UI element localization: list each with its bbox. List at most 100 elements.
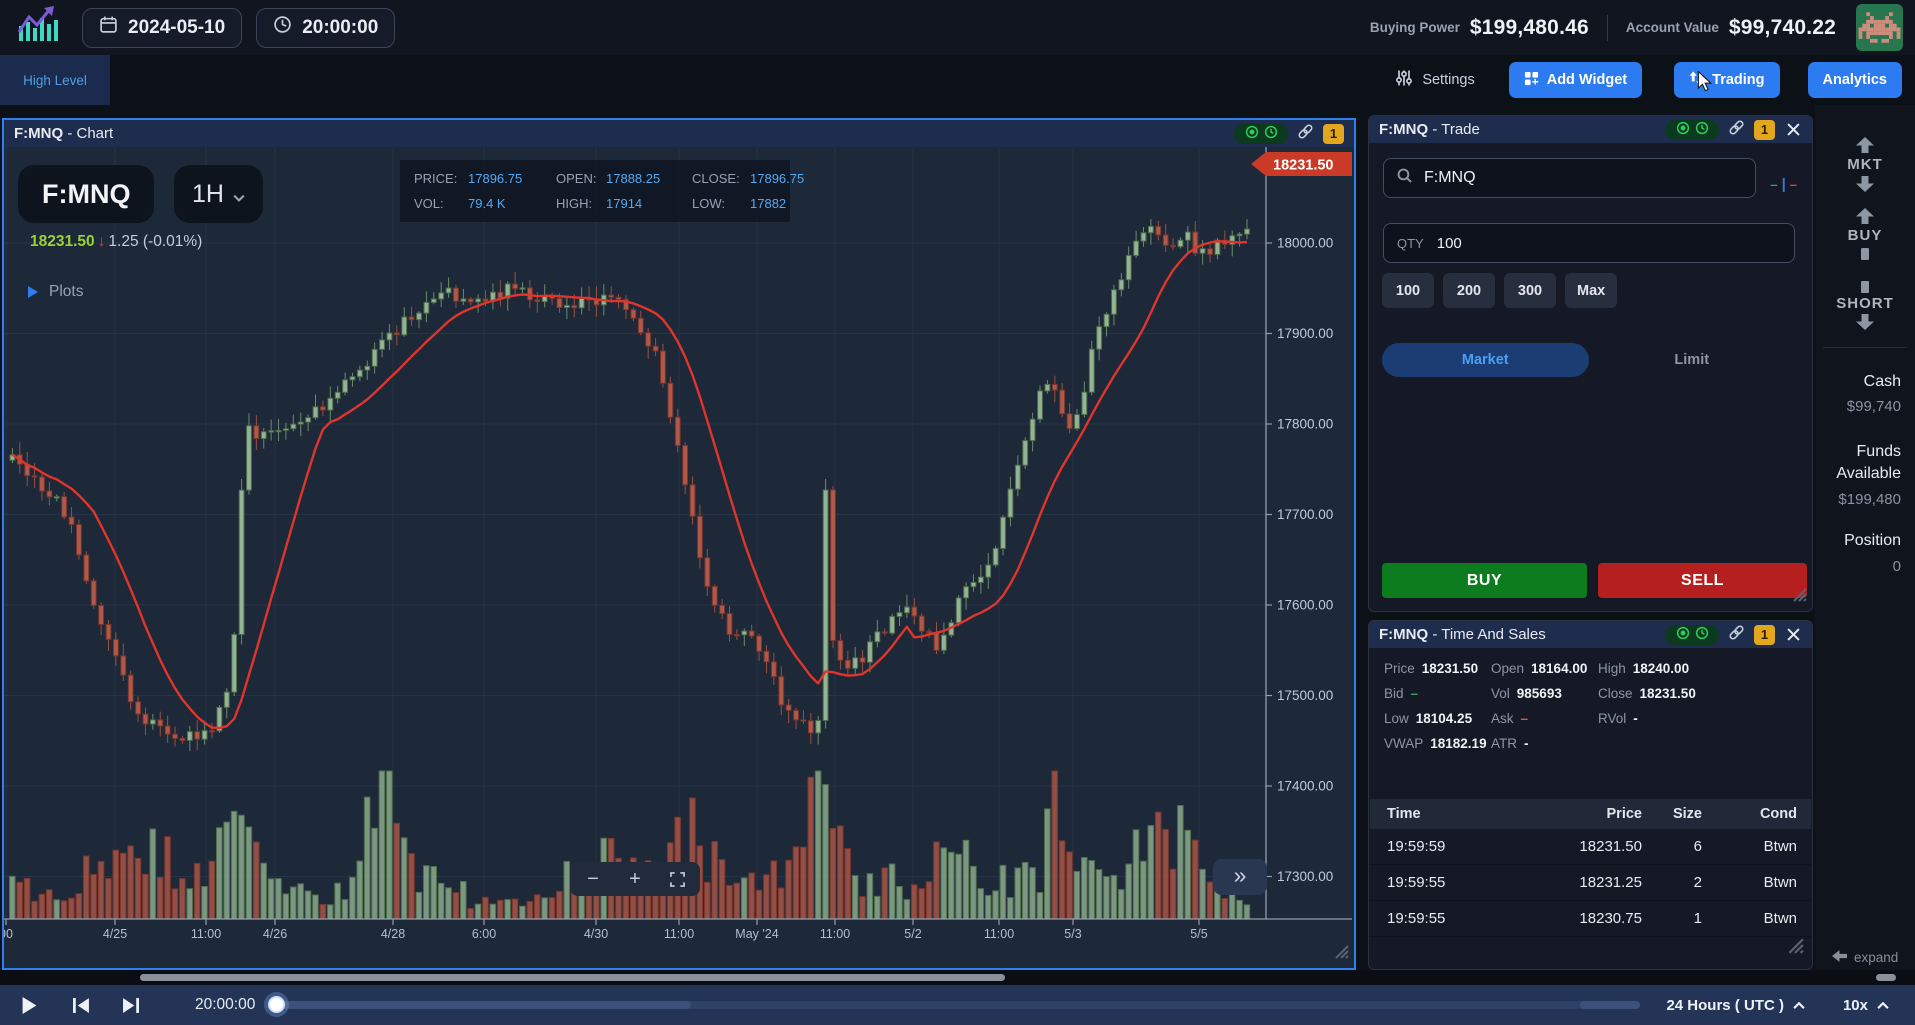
tab-high-level[interactable]: High Level: [0, 55, 110, 105]
close-icon[interactable]: [1784, 121, 1802, 139]
widget-grid-icon: [1524, 71, 1539, 90]
scroll-right-button[interactable]: »: [1213, 859, 1267, 895]
mkt-drag-control[interactable]: MKT: [1815, 156, 1915, 173]
chart-resize-handle[interactable]: [1333, 943, 1349, 964]
link-icon[interactable]: [1728, 119, 1745, 140]
preset-100-button[interactable]: 100: [1382, 273, 1434, 308]
buying-power-value: $199,480.46: [1470, 16, 1589, 40]
chart-symbol-badge[interactable]: F:MNQ: [18, 165, 154, 223]
avatar[interactable]: [1856, 4, 1903, 51]
trade-resize-handle[interactable]: [1791, 586, 1807, 607]
tab-market[interactable]: Market: [1382, 343, 1589, 377]
svg-text:5/2: 5/2: [904, 927, 921, 941]
svg-text:00: 00: [4, 927, 13, 941]
tas-panel-header[interactable]: F:MNQ - Time And Sales: [1369, 621, 1812, 648]
position-label: Position: [1815, 532, 1915, 550]
sell-button[interactable]: SELL: [1598, 563, 1807, 598]
zoom-controls: − +: [570, 862, 700, 896]
add-widget-button[interactable]: Add Widget: [1509, 62, 1642, 98]
chevron-down-icon: [233, 180, 245, 209]
date-picker[interactable]: 2024-05-10: [82, 8, 242, 48]
link-group-badge[interactable]: 1: [1754, 120, 1775, 140]
buy-button[interactable]: BUY: [1382, 563, 1587, 598]
slider-end-segment: [1580, 1001, 1640, 1009]
price-chart[interactable]: 18000.0017900.0017800.0017700.0017600.00…: [4, 147, 1352, 968]
timeline-slider[interactable]: [271, 1001, 1640, 1009]
playback-bar: 20:00:00 24 Hours ( UTC ) 10x: [0, 985, 1915, 1025]
open-value: 17888.25: [606, 171, 692, 186]
stat-low: 18104.25: [1416, 711, 1472, 726]
zoom-out-button[interactable]: −: [572, 862, 614, 896]
buy-drag-control[interactable]: BUY: [1815, 227, 1915, 244]
low-label: LOW:: [692, 196, 750, 211]
close-icon[interactable]: [1784, 626, 1802, 644]
chart-panel-header[interactable]: F:MNQ - Chart: [4, 120, 1354, 147]
preset-200-button[interactable]: 200: [1443, 273, 1495, 308]
scrollbar-thumb[interactable]: [140, 974, 1005, 981]
stat-ask: –: [1521, 711, 1529, 726]
svg-text:4/30: 4/30: [584, 927, 608, 941]
svg-text:11:00: 11:00: [984, 927, 1014, 941]
time-picker[interactable]: 20:00:00: [256, 8, 395, 48]
settings-sliders-icon: [1395, 69, 1413, 91]
preset-max-button[interactable]: Max: [1565, 273, 1617, 308]
svg-text:18231.50: 18231.50: [1273, 158, 1333, 174]
target-sync-icon[interactable]: [1676, 121, 1690, 139]
tas-table-header: Time Price Size Cond: [1370, 799, 1811, 829]
link-icon[interactable]: [1297, 123, 1314, 144]
stat-atr: -: [1524, 736, 1529, 751]
qty-label: QTY: [1397, 236, 1424, 251]
tab-limit[interactable]: Limit: [1589, 343, 1796, 377]
step-forward-button[interactable]: [122, 998, 139, 1013]
clock-sync-icon[interactable]: [1695, 626, 1709, 644]
play-button[interactable]: [22, 997, 37, 1014]
expand-button[interactable]: expand: [1832, 950, 1898, 965]
sync-pill: [1665, 625, 1719, 645]
link-group-badge[interactable]: 1: [1754, 625, 1775, 645]
clock-sync-icon[interactable]: [1695, 121, 1709, 139]
plots-toggle[interactable]: Plots: [28, 283, 83, 301]
price-change-row: 18231.50↓1.25 (-0.01%): [30, 233, 202, 251]
settings-button[interactable]: Settings: [1395, 69, 1474, 91]
slider-loaded-segment: [271, 1001, 691, 1009]
link-group-badge[interactable]: 1: [1323, 124, 1344, 144]
symbol-search-input[interactable]: [1424, 169, 1743, 187]
svg-text:11:00: 11:00: [191, 927, 221, 941]
slider-handle[interactable]: [268, 996, 285, 1013]
quantity-field[interactable]: QTY: [1383, 223, 1795, 263]
svg-text:4/25: 4/25: [103, 927, 127, 941]
svg-text:5/5: 5/5: [1190, 927, 1207, 941]
svg-text:17300.00: 17300.00: [1277, 869, 1333, 884]
interval-dropdown[interactable]: 1H: [174, 165, 263, 223]
target-sync-icon[interactable]: [1676, 626, 1690, 644]
link-icon[interactable]: [1728, 624, 1745, 645]
zoom-in-button[interactable]: +: [614, 862, 656, 896]
scrollbar-thumb-right[interactable]: [1876, 974, 1896, 981]
short-drag-control[interactable]: SHORT: [1815, 295, 1915, 312]
symbol-search[interactable]: [1383, 158, 1756, 198]
preset-300-button[interactable]: 300: [1504, 273, 1556, 308]
chart-title: - Chart: [63, 125, 113, 142]
step-back-button[interactable]: [73, 998, 90, 1013]
tas-resize-handle[interactable]: [1786, 936, 1804, 959]
analytics-button[interactable]: Analytics: [1808, 62, 1902, 98]
close-value: 17896.75: [750, 171, 804, 186]
fullscreen-button[interactable]: [656, 862, 698, 896]
funds-value: $199,480: [1815, 491, 1915, 508]
arrow-down-icon: [1815, 176, 1915, 197]
trading-button[interactable]: Trading: [1674, 62, 1779, 98]
chart-panel: F:MNQ - Chart: [2, 118, 1356, 970]
target-sync-icon[interactable]: [1245, 125, 1259, 143]
speed-dropdown[interactable]: 10x: [1843, 997, 1889, 1014]
qty-presets: 100 200 300 Max: [1382, 273, 1617, 308]
range-dropdown[interactable]: 24 Hours ( UTC ): [1666, 997, 1805, 1014]
sync-pill: [1665, 120, 1719, 140]
clock-sync-icon[interactable]: [1264, 125, 1278, 143]
svg-text:17700.00: 17700.00: [1277, 507, 1333, 522]
order-type-toggle: Market Limit: [1382, 343, 1795, 377]
qty-input[interactable]: [1437, 235, 1781, 252]
arrow-up-icon: [1815, 208, 1915, 229]
chart-body: 18000.0017900.0017800.0017700.0017600.00…: [4, 147, 1354, 968]
trade-panel-header[interactable]: F:MNQ - Trade: [1369, 116, 1812, 143]
calendar-icon: [99, 15, 118, 40]
